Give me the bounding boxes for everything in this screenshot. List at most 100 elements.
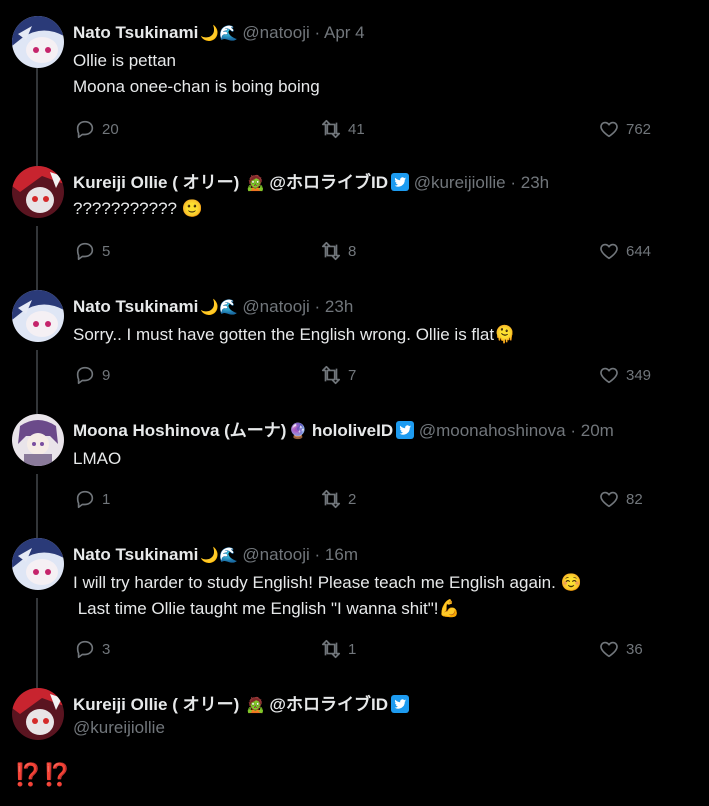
user-handle[interactable]: @natooji [242, 23, 309, 42]
like-button[interactable]: 644 [598, 240, 651, 262]
heart-icon [600, 121, 618, 138]
tweet-text: ⁉️⁉️ [14, 762, 73, 787]
tweet-actions: 9 7 349 [74, 364, 651, 386]
timestamp[interactable]: Apr 4 [324, 23, 365, 42]
reply-button[interactable]: 9 [74, 364, 110, 386]
zombie-emoji: 🧟 [245, 697, 265, 714]
retweet-icon [321, 639, 341, 659]
zombie-emoji: 🧟 [245, 175, 265, 192]
display-name[interactable]: Kureiji Ollie ( オリー) [73, 173, 239, 192]
reply-icon [76, 242, 94, 261]
separator: · [314, 545, 321, 564]
crystal-ball-emoji: 🔮 [288, 423, 308, 440]
timestamp[interactable]: 16m [325, 545, 358, 564]
separator: · [570, 421, 576, 440]
reply-count: 5 [102, 242, 111, 260]
reply-count: 20 [102, 120, 119, 138]
retweet-icon [321, 119, 341, 139]
reply-icon [76, 120, 94, 139]
like-button[interactable]: 82 [598, 488, 643, 510]
twitter-bird-icon [390, 173, 409, 191]
user-handle[interactable]: @natooji [242, 545, 309, 564]
retweet-icon [321, 365, 341, 385]
retweet-button[interactable]: 1 [320, 638, 356, 660]
retweet-icon [321, 241, 341, 261]
tweet-actions: 20 41 762 [74, 118, 651, 140]
like-count: 82 [626, 490, 643, 508]
like-button[interactable]: 762 [598, 118, 651, 140]
separator: · [314, 297, 321, 316]
reply-button[interactable]: 20 [74, 118, 119, 140]
retweet-icon [321, 489, 341, 509]
reply-icon [76, 640, 94, 659]
avatar[interactable] [12, 16, 64, 68]
like-button[interactable]: 36 [598, 638, 643, 660]
tweet-actions: 1 2 82 [74, 488, 643, 510]
moon-wave-emoji: 🌙🌊 [200, 547, 238, 564]
tweet-header: Nato Tsukinami 🌙🌊 @natooji · 23h [73, 296, 705, 319]
retweet-button[interactable]: 41 [320, 118, 365, 140]
display-name[interactable]: Nato Tsukinami [73, 545, 198, 564]
tweet-header: Moona Hoshinova (ムーナ) 🔮 hololiveID @moona… [73, 420, 705, 443]
timestamp[interactable]: 23h [325, 297, 353, 316]
retweet-button[interactable]: 2 [320, 488, 356, 510]
display-name[interactable]: Kureiji Ollie ( オリー) [73, 695, 239, 714]
avatar[interactable] [12, 414, 64, 466]
tweet-header: Kureiji Ollie ( オリー) 🧟 @ホロライブID [73, 694, 705, 717]
tweet-header: Kureiji Ollie ( オリー) 🧟 @ホロライブID @kureiji… [73, 172, 705, 195]
reply-button[interactable]: 3 [74, 638, 110, 660]
tweet-line: Moona onee-chan is boing boing [73, 77, 320, 96]
tweet-text: LMAO [73, 446, 699, 472]
reply-count: 1 [102, 490, 111, 508]
tweet-line: LMAO [73, 449, 122, 468]
retweet-button[interactable]: 7 [320, 364, 356, 386]
like-count: 36 [626, 640, 643, 658]
like-count: 762 [626, 120, 652, 138]
affiliation-tag: hololiveID [311, 421, 394, 440]
avatar[interactable] [12, 538, 64, 590]
heart-icon [600, 641, 618, 658]
heart-icon [600, 243, 618, 260]
heart-icon [600, 367, 618, 384]
user-handle[interactable]: @natooji [242, 297, 309, 316]
reply-icon [76, 490, 94, 509]
retweet-button[interactable]: 8 [320, 240, 356, 262]
user-handle[interactable]: @kureijiollie [73, 718, 165, 738]
retweet-count: 7 [348, 366, 357, 384]
thread-line [36, 68, 38, 168]
reply-icon [76, 366, 94, 385]
display-name[interactable]: Nato Tsukinami [73, 297, 198, 316]
retweet-count: 8 [348, 242, 357, 260]
tweet-text: Sorry.. I must have gotten the English w… [73, 322, 699, 348]
tweet-text: I will try harder to study English! Plea… [73, 570, 699, 622]
user-handle[interactable]: @moonahoshinova [419, 421, 566, 440]
tweet-header: Nato Tsukinami 🌙🌊 @natooji · 16m [73, 544, 705, 567]
display-name[interactable]: Moona Hoshinova (ムーナ) [73, 421, 286, 440]
affiliation-tag: @ホロライブID [269, 695, 388, 714]
reply-button[interactable]: 1 [74, 488, 110, 510]
retweet-count: 41 [348, 120, 365, 138]
tweet-actions: 3 1 36 [74, 638, 643, 660]
avatar[interactable] [12, 290, 64, 342]
thread-line [36, 598, 38, 688]
like-button[interactable]: 349 [598, 364, 651, 386]
affiliation-tag: @ホロライブID [269, 173, 388, 192]
retweet-count: 1 [348, 640, 357, 658]
moon-wave-emoji: 🌙🌊 [200, 25, 238, 42]
thread-line [36, 474, 38, 538]
avatar[interactable] [12, 688, 64, 740]
reply-count: 3 [102, 640, 111, 658]
timestamp[interactable]: 20m [581, 421, 614, 440]
tweet-line: Sorry.. I must have gotten the English w… [73, 325, 516, 344]
tweet-line: Last time Ollie taught me English "I wan… [73, 599, 460, 618]
like-count: 644 [626, 242, 652, 260]
avatar[interactable] [12, 166, 64, 218]
tweet-line: ??????????? 🙂 [73, 199, 203, 218]
reply-count: 9 [102, 366, 111, 384]
timestamp[interactable]: 23h [521, 173, 549, 192]
tweet-line: Ollie is pettan [73, 51, 176, 70]
user-handle[interactable]: @kureijiollie [414, 173, 506, 192]
tweet-text: Ollie is pettan Moona onee-chan is boing… [73, 48, 699, 100]
display-name[interactable]: Nato Tsukinami [73, 23, 198, 42]
reply-button[interactable]: 5 [74, 240, 110, 262]
